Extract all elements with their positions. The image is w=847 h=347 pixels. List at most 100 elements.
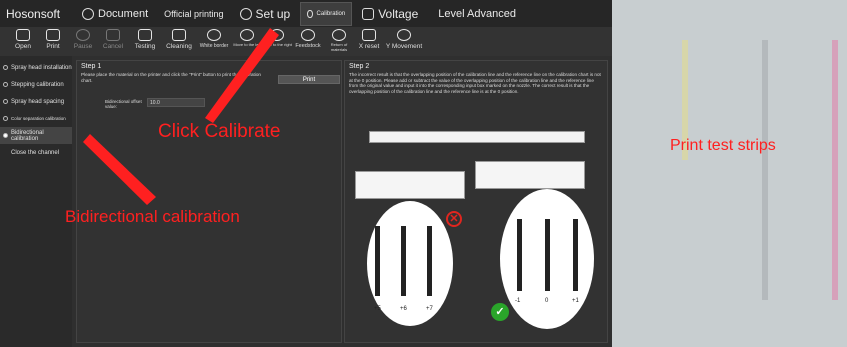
step1-instruction: Please place the material on the printer… — [81, 72, 261, 83]
app-brand: Hosonsoft — [6, 6, 61, 21]
sidebar-item-stepping-calibration[interactable]: Stepping calibration — [0, 76, 72, 93]
calibration-strip-right — [475, 161, 585, 189]
menu-set-up-label: Set up — [255, 6, 291, 21]
step2-text: The incorrect result is that the overlap… — [349, 72, 601, 94]
menu-level-advanced-label: Level Advanced — [438, 7, 516, 20]
feedstock-label: Feedstock — [295, 43, 321, 49]
open-label: Open — [15, 43, 31, 50]
correct-line — [517, 219, 522, 291]
step1-panel: Step 1 Please place the material on the … — [76, 60, 342, 343]
correct-line — [573, 219, 578, 291]
menu-calibration-label: Calibration — [316, 10, 346, 17]
wrong-line — [427, 226, 432, 296]
return-icon — [332, 29, 346, 41]
pause-button[interactable]: Pause — [68, 27, 98, 56]
radio-icon — [3, 82, 8, 87]
step1-title: Step 1 — [81, 63, 102, 70]
menu-official-printing-label: Official printing — [164, 8, 224, 19]
top-menu-bar: Hosonsoft Document Official printing Set… — [0, 0, 612, 27]
move-left-label: Move to the left — [233, 42, 261, 47]
menu-calibration[interactable]: Calibration — [300, 1, 353, 26]
sidebar-item-label: Stepping calibration — [11, 81, 64, 88]
radio-icon — [3, 65, 8, 70]
y-movement-button[interactable]: Y Movement — [384, 27, 424, 56]
correct-line — [545, 219, 550, 291]
open-button[interactable]: Open — [8, 27, 38, 56]
cancel-icon — [106, 29, 120, 41]
radio-icon — [3, 116, 8, 121]
cancel-label: Cancel — [102, 43, 124, 50]
wrong-label: +7 — [426, 306, 433, 312]
print-calibration-button[interactable]: Print — [278, 75, 340, 84]
menu-set-up[interactable]: Set up — [234, 0, 297, 27]
sidebar-item-close-channel[interactable]: Close the channel — [0, 144, 72, 161]
correct-label: -1 — [515, 298, 521, 304]
wrong-line — [401, 226, 406, 296]
white-border-icon — [207, 29, 221, 41]
cleaning-label: Cleaning — [166, 43, 192, 50]
toolbar: Open Print Pause Cancel Testing Cleaning… — [0, 27, 612, 56]
menu-voltage[interactable]: Voltage — [356, 0, 424, 27]
wrong-x-icon: ✕ — [446, 211, 462, 227]
document-icon — [82, 7, 94, 20]
menu-voltage-label: Voltage — [378, 6, 419, 21]
radio-selected-icon — [3, 133, 8, 138]
sidebar-item-label: Spray head spacing — [11, 98, 65, 105]
cleaning-button[interactable]: Cleaning — [162, 27, 196, 56]
testing-icon — [138, 29, 152, 41]
sidebar-item-label: Close the channel — [11, 149, 60, 156]
test-strip-line — [832, 40, 838, 300]
white-border-button[interactable]: White border — [196, 27, 232, 56]
move-left-icon — [240, 29, 254, 41]
cancel-button[interactable]: Cancel — [98, 27, 128, 56]
test-strip-line — [762, 40, 768, 300]
open-icon — [16, 29, 30, 41]
wrong-label: +5 — [374, 306, 381, 312]
white-border-label: White border — [199, 43, 229, 49]
pause-label: Pause — [73, 43, 93, 50]
calibration-app-window: Hosonsoft Document Official printing Set… — [0, 0, 612, 347]
annotation-print-strips: Print test strips — [670, 137, 776, 154]
menu-document[interactable]: Document — [76, 0, 154, 27]
print-label: Print — [46, 43, 60, 50]
gear-icon — [239, 7, 252, 20]
sidebar-item-label: Bidirectional calibration — [10, 129, 44, 142]
sidebar-item-spray-head-installation[interactable]: Spray head installation — [0, 59, 72, 76]
x-reset-button[interactable]: X reset — [354, 27, 384, 56]
sidebar-item-bidirectional-calibration[interactable]: Bidirectional calibration — [0, 127, 72, 144]
return-materials-button[interactable]: Return of materials — [324, 27, 354, 56]
y-movement-icon — [397, 29, 411, 41]
return-label: Return of materials — [330, 42, 348, 52]
print-button[interactable]: Print — [38, 27, 68, 56]
print-icon — [46, 29, 60, 41]
feedstock-button[interactable]: Feedstock — [292, 27, 324, 56]
move-right-icon — [270, 29, 284, 41]
main-menu: Document Official printing Set up Calibr… — [76, 0, 522, 27]
move-right-button[interactable]: Move to the right — [262, 27, 292, 56]
testing-button[interactable]: Testing — [128, 27, 162, 56]
annotation-click-calibrate: Click Calibrate — [158, 121, 281, 142]
step2-title: Step 2 — [349, 63, 370, 70]
wrong-line — [375, 226, 380, 296]
y-movement-label: Y Movement — [385, 43, 423, 50]
move-left-button[interactable]: Move to the left — [232, 27, 262, 56]
pause-icon — [76, 29, 90, 41]
sidebar-item-label: Color separation calibration — [11, 116, 66, 121]
wrong-label: +6 — [400, 306, 407, 312]
menu-official-printing[interactable]: Official printing — [158, 0, 229, 27]
calibration-icon — [307, 9, 313, 18]
sidebar-item-color-separation[interactable]: Color separation calibration — [0, 110, 72, 127]
correct-label: 0 — [545, 298, 549, 304]
correct-label: +1 — [572, 298, 579, 304]
sidebar-item-label: Spray head installation — [11, 64, 72, 71]
voltage-icon — [362, 7, 375, 20]
reference-strip-top — [369, 131, 585, 143]
menu-level-advanced[interactable]: Level Advanced — [428, 0, 522, 27]
annotation-bidirectional: Bidirectional calibration — [65, 207, 240, 226]
bidirectional-offset-input[interactable] — [147, 98, 205, 107]
sidebar-item-spray-head-spacing[interactable]: Spray head spacing — [0, 93, 72, 110]
move-right-label: Move to the right — [262, 42, 292, 47]
x-reset-icon — [362, 29, 376, 41]
printed-test-strip-photo — [612, 0, 847, 347]
radio-icon — [3, 99, 8, 104]
